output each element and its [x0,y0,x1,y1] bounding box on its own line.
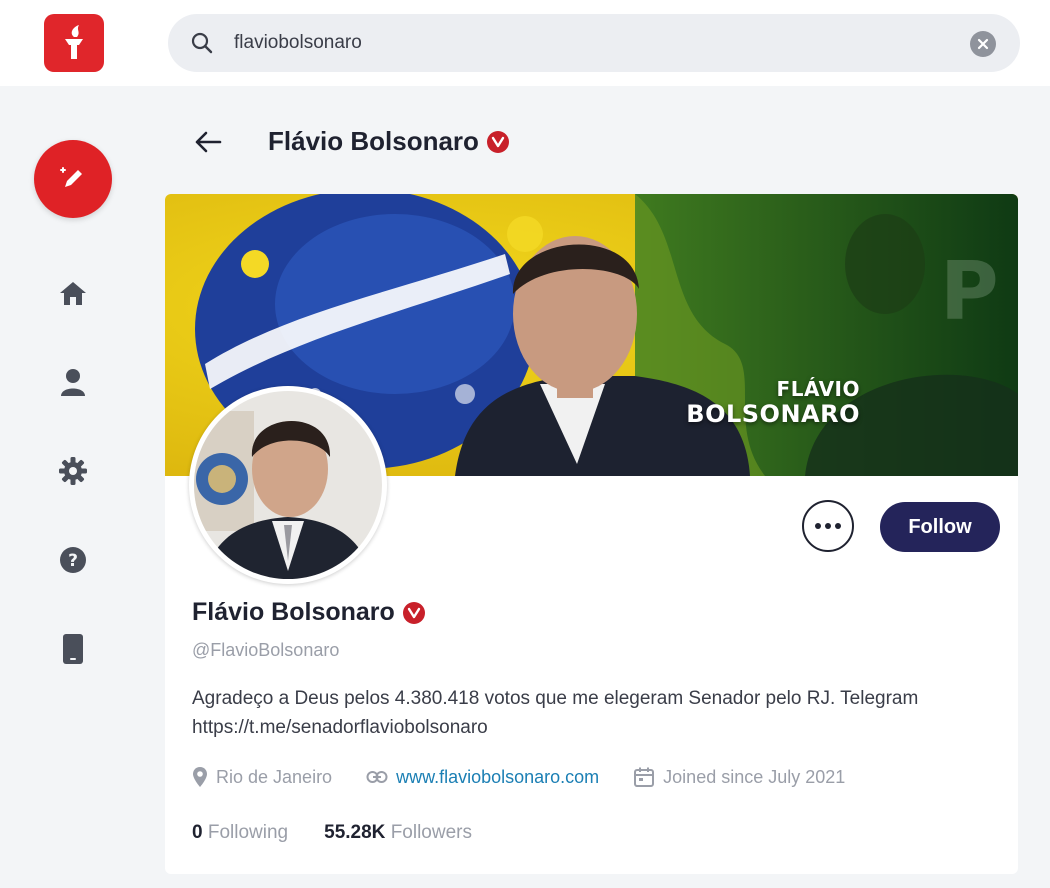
join-date: Joined since July 2021 [633,766,845,788]
svg-text:P: P [940,245,999,338]
verified-badge-icon [486,130,509,153]
location: Rio de Janeiro [192,766,332,788]
page-title: Flávio Bolsonaro [268,126,509,157]
help-icon[interactable]: ? [56,543,90,577]
mobile-app-icon[interactable] [56,632,90,666]
compose-icon [60,167,82,187]
ellipsis-icon [815,523,841,529]
profile-bio: Agradeço a Deus pelos 4.380.418 votos qu… [192,688,919,738]
banner-name-line1: FLÁVIO [776,377,860,401]
location-text: Rio de Janeiro [216,766,333,787]
profile-handle: @FlavioBolsonaro [192,640,340,660]
website: www.flaviobolsonaro.com [366,767,599,788]
avatar[interactable] [189,386,387,584]
following-count: 0 [192,822,203,843]
profile-card: P FLÁVIO BOLSONARO Follow Flávio Bolsona… [165,194,1018,874]
link-icon [366,771,388,783]
following-label: Following [207,822,289,843]
followers-count: 55.28K [324,822,386,843]
banner-name-text: FLÁVIO BOLSONARO [686,378,860,428]
follow-button[interactable]: Follow [880,502,1000,552]
followers-stat[interactable]: 55.28K Followers [324,822,472,844]
search-bar [168,14,1020,72]
website-link[interactable]: www.flaviobolsonaro.com [396,767,599,788]
profile-name-text: Flávio Bolsonaro [192,598,395,626]
profile-icon[interactable] [56,365,90,399]
more-options-button[interactable] [802,500,854,552]
clear-search-icon[interactable] [970,31,996,57]
search-icon [190,31,214,55]
compose-button[interactable] [34,140,112,218]
profile-meta: Rio de Janeiro www.flaviobolsonaro.com J… [192,762,879,792]
avatar-image [194,391,382,579]
join-date-text: Joined since July 2021 [663,766,846,787]
svg-text:?: ? [68,551,78,571]
profile-name: Flávio Bolsonaro [192,598,425,627]
back-arrow-icon[interactable] [190,124,226,160]
top-bar [0,0,1050,86]
app-logo-icon[interactable] [44,14,104,72]
verified-badge-icon [402,601,425,624]
home-icon[interactable] [56,276,90,310]
location-pin-icon [193,767,207,787]
page-title-text: Flávio Bolsonaro [268,126,479,156]
profile-stats: 0 Following 55.28K Followers [192,822,472,844]
banner-name-line2: BOLSONARO [686,400,860,428]
calendar-icon [634,767,655,787]
settings-gear-icon[interactable] [56,454,90,488]
followers-label: Followers [390,822,472,843]
search-input[interactable] [234,24,934,62]
following-stat[interactable]: 0 Following [192,822,288,844]
